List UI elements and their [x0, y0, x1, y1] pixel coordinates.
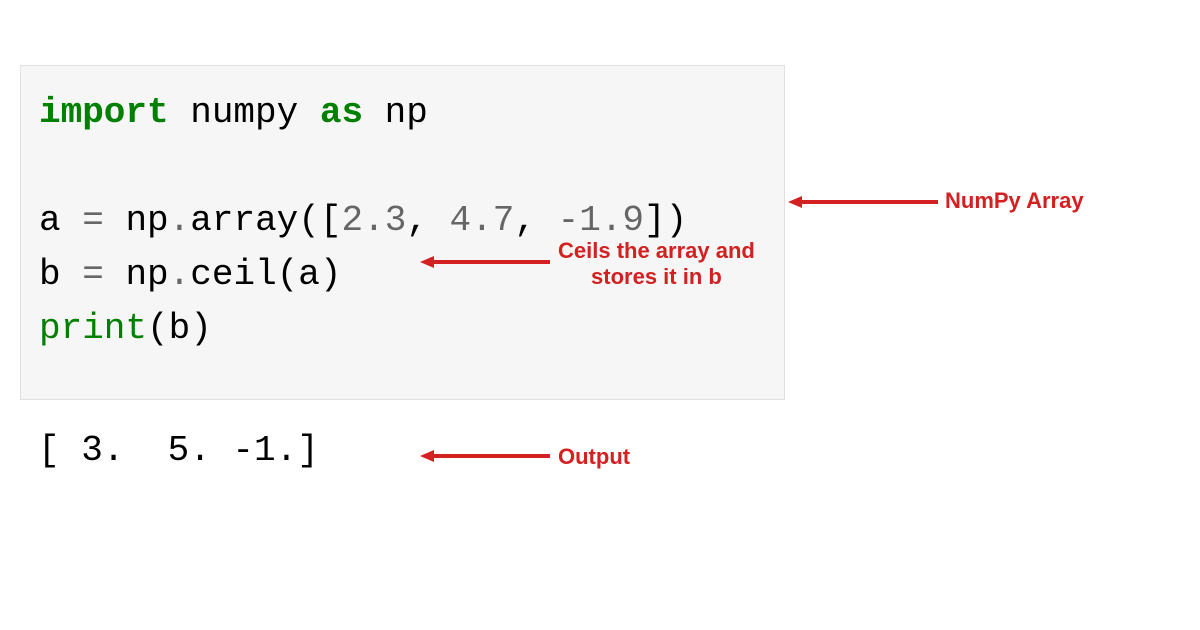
annotation-ceils: Ceils the array and stores it in b — [558, 238, 755, 291]
comma-1: , — [406, 200, 449, 241]
lparen-b: ( — [277, 254, 299, 295]
arrow-numpy-icon — [788, 192, 938, 212]
var-b: b — [39, 254, 82, 295]
code-line-print: print(b) — [39, 302, 766, 356]
keyword-as: as — [320, 92, 363, 133]
num-1: 2.3 — [342, 200, 407, 241]
minus: - — [558, 200, 580, 241]
rparen-b: ) — [320, 254, 342, 295]
arrow-output-icon — [420, 446, 550, 466]
func-array: array — [190, 200, 298, 241]
annotation-output: Output — [558, 444, 630, 470]
dot-b: . — [169, 254, 191, 295]
annotation-ceils-line1: Ceils the array and — [558, 238, 755, 264]
func-ceil: ceil — [190, 254, 276, 295]
blank-line — [39, 140, 766, 194]
dot-a: . — [169, 200, 191, 241]
op-eq-b: = — [82, 254, 125, 295]
lparen-p: ( — [147, 308, 169, 349]
lbracket-a: [ — [320, 200, 342, 241]
rparen-a: ) — [666, 200, 688, 241]
lparen-a: ( — [298, 200, 320, 241]
comma-2: , — [514, 200, 557, 241]
output-text: [ 3. 5. -1.] — [38, 430, 319, 471]
alias-np: np — [363, 92, 428, 133]
var-a: a — [39, 200, 82, 241]
code-block: import numpy as np a = np.array([2.3, 4.… — [20, 65, 785, 400]
num-2: 4.7 — [450, 200, 515, 241]
builtin-print: print — [39, 308, 147, 349]
num-3: 1.9 — [579, 200, 644, 241]
rbracket-a: ] — [644, 200, 666, 241]
rparen-p: ) — [190, 308, 212, 349]
np-ref-b: np — [125, 254, 168, 295]
np-ref-a: np — [125, 200, 168, 241]
code-line-import: import numpy as np — [39, 86, 766, 140]
annotation-numpy-array: NumPy Array — [945, 188, 1084, 214]
module-numpy: numpy — [169, 92, 320, 133]
keyword-import: import — [39, 92, 169, 133]
arg-b: b — [169, 308, 191, 349]
arg-a: a — [298, 254, 320, 295]
op-eq-a: = — [82, 200, 125, 241]
annotation-ceils-line2: stores it in b — [558, 264, 755, 290]
